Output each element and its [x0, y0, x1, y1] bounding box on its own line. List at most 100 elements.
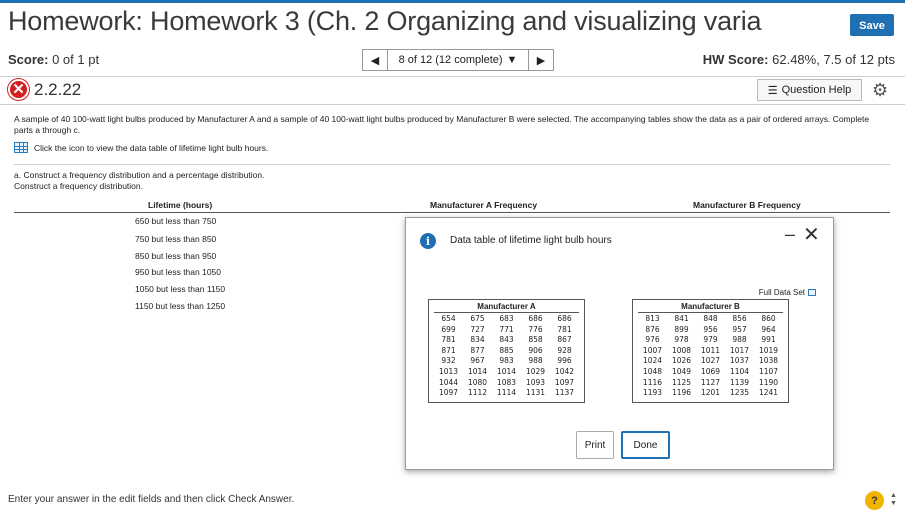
table-cell: 967 [470, 356, 485, 366]
table-header-rule [14, 212, 890, 213]
next-question-button[interactable]: ▶ [528, 49, 554, 71]
score-label: Score: [8, 52, 49, 67]
table-cell: 1017 [729, 345, 750, 355]
table-cell: 1037 [729, 356, 750, 366]
question-prompt: A sample of 40 100-watt light bulbs prod… [14, 114, 870, 135]
table-row: 976 978 979 988 991 [638, 335, 783, 346]
full-data-set-label: Full Data Set [758, 288, 805, 297]
hw-score-display: HW Score: 62.48%, 7.5 of 12 pts [703, 52, 895, 67]
close-icon[interactable]: ✕ [803, 222, 820, 247]
question-navigator: ◀ 8 of 12 (12 complete) ▼ ▶ [362, 49, 554, 71]
table-cell: 843 [499, 335, 514, 345]
table-row: 1024 1026 1027 1037 1038 [638, 356, 783, 367]
table-cell: 1097 [554, 377, 575, 387]
table-cell: 848 [703, 314, 718, 323]
table-cell: 860 [761, 314, 776, 323]
table-cell: 906 [528, 345, 543, 355]
table-cell: 885 [499, 345, 514, 355]
table-cell: 1069 [700, 366, 721, 376]
table-cell: 976 [645, 335, 660, 345]
lifetime-row-label: 750 but less than 850 [135, 234, 217, 244]
table-cell: 996 [557, 356, 572, 366]
table-cell: 1116 [642, 377, 663, 387]
part-a-line-2: Construct a frequency distribution. [14, 181, 143, 191]
divider [14, 164, 890, 165]
score-display: Score: 0 of 1 pt [8, 52, 99, 67]
table-cell: 727 [470, 324, 485, 334]
table-cell: 1131 [525, 388, 546, 398]
question-select-dropdown[interactable]: 8 of 12 (12 complete) ▼ [388, 49, 528, 71]
print-button[interactable]: Print [576, 431, 614, 459]
table-cell: 1029 [525, 366, 546, 376]
done-button[interactable]: Done [621, 431, 670, 459]
data-table-dialog: i Data table of lifetime light bulb hour… [405, 217, 834, 470]
lifetime-row-label: 1150 but less than 1250 [135, 301, 226, 311]
table-cell: 867 [557, 335, 572, 345]
table-cell: 841 [674, 314, 689, 323]
manufacturer-b-header: Manufacturer B [638, 302, 783, 313]
table-cell: 699 [441, 324, 456, 334]
table-cell: 1083 [496, 377, 517, 387]
table-row: 1007 1008 1011 1017 1019 [638, 346, 783, 357]
table-cell: 1125 [671, 377, 692, 387]
column-header-manufacturer-a: Manufacturer A Frequency [430, 200, 538, 210]
table-row: 781 834 843 858 867 [434, 335, 579, 346]
table-cell: 957 [732, 324, 747, 334]
table-cell: 858 [528, 335, 543, 345]
table-row: 654 675 683 686 686 [434, 314, 579, 325]
incorrect-x-icon: ✕ [8, 79, 29, 100]
table-cell: 1019 [758, 345, 779, 355]
table-cell: 834 [470, 335, 485, 345]
table-cell: 991 [761, 335, 776, 345]
table-row: 1116 1125 1127 1139 1190 [638, 378, 783, 389]
table-cell: 876 [645, 324, 660, 334]
manufacturer-a-table: Manufacturer A 654 675 683 686 686 699 727 771 7… [428, 299, 585, 403]
table-row: 1048 1049 1069 1104 1107 [638, 367, 783, 378]
part-a-line-1: a. Construct a frequency distribution an… [14, 170, 265, 180]
data-table-icon[interactable] [14, 142, 28, 153]
previous-question-button[interactable]: ◀ [362, 49, 388, 71]
table-cell: 1127 [700, 377, 721, 387]
full-data-set-link[interactable]: Full Data Set [759, 288, 816, 297]
table-cell: 1107 [758, 366, 779, 376]
table-cell: 1114 [496, 388, 517, 398]
table-cell: 781 [441, 335, 456, 345]
scroll-arrows-icon[interactable]: ▲ ▼ [890, 492, 897, 508]
gear-icon[interactable]: ⚙ [872, 80, 888, 101]
table-cell: 1011 [700, 345, 721, 355]
table-cell: 1201 [700, 388, 721, 398]
table-cell: 932 [441, 356, 456, 366]
table-cell: 1139 [729, 377, 750, 387]
lifetime-row-label: 950 but less than 1050 [135, 267, 222, 277]
hw-score-value: 62.48%, 7.5 of 12 pts [772, 52, 895, 67]
table-cell: 877 [470, 345, 485, 355]
table-cell: 956 [703, 324, 718, 334]
table-cell: 1027 [700, 356, 721, 366]
table-cell: 1042 [554, 366, 575, 376]
table-row: 699 727 771 776 781 [434, 325, 579, 336]
table-cell: 686 [528, 314, 543, 323]
divider [0, 104, 905, 105]
column-header-lifetime: Lifetime (hours) [148, 200, 213, 210]
table-cell: 899 [674, 324, 689, 334]
table-cell: 1024 [642, 356, 663, 366]
table-cell: 1048 [642, 366, 663, 376]
table-cell: 1026 [671, 356, 692, 366]
page-title: Homework: Homework 3 (Ch. 2 Organizing a… [8, 6, 762, 36]
footer-instruction: Enter your answer in the edit fields and… [8, 494, 295, 505]
table-row: 1097 1112 1114 1131 1137 [434, 388, 579, 399]
part-a-instructions: a. Construct a frequency distribution an… [14, 170, 264, 192]
question-help-button[interactable]: ☰ Question Help [757, 79, 862, 101]
lifetime-row-label: 1050 but less than 1150 [135, 284, 226, 294]
table-cell: 964 [761, 324, 776, 334]
table-cell: 1137 [554, 388, 575, 398]
table-row: 1013 1014 1014 1029 1042 [434, 367, 579, 378]
help-icon[interactable]: ? [865, 491, 884, 510]
info-icon: i [420, 233, 436, 249]
question-help-label: Question Help [781, 84, 852, 96]
table-cell: 1008 [671, 345, 692, 355]
save-button[interactable]: Save [850, 14, 894, 36]
minimize-icon[interactable]: – [785, 224, 795, 245]
column-header-manufacturer-b: Manufacturer B Frequency [693, 200, 801, 210]
table-row: 1193 1196 1201 1235 1241 [638, 388, 783, 399]
